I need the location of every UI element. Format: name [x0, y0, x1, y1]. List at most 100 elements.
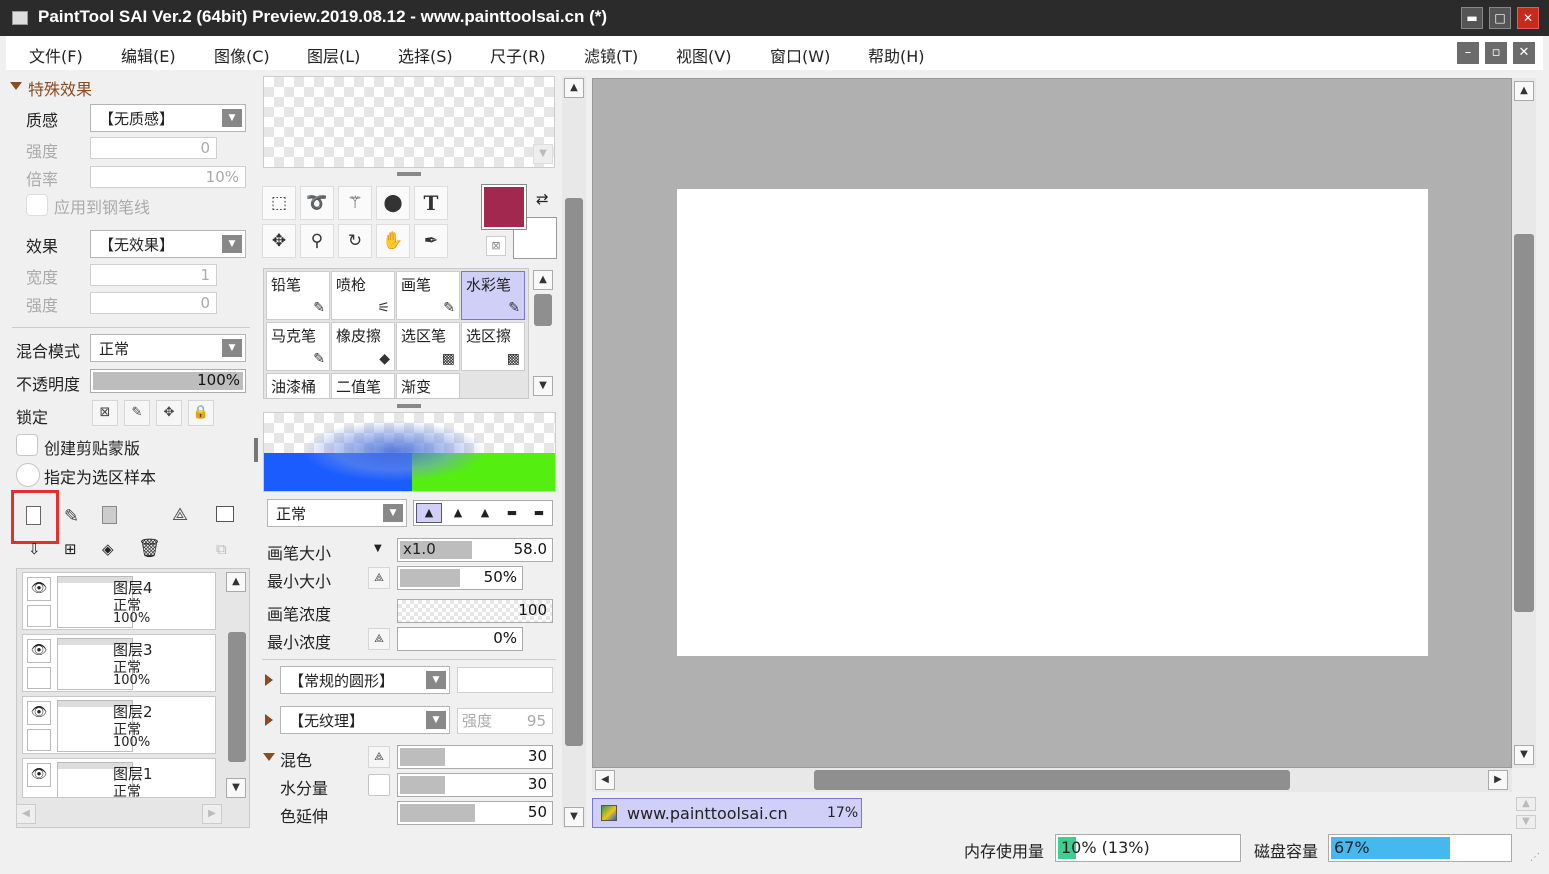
brush-gradient[interactable]: 渐变	[396, 373, 460, 398]
scroll-down-button[interactable]: ▼	[1514, 745, 1534, 765]
scale-field[interactable]: 10%	[90, 166, 246, 188]
tab-scroll-up[interactable]: ▲	[1516, 797, 1536, 811]
brush-watercolor[interactable]: 水彩笔 ✎	[461, 271, 525, 320]
scroll-right-button[interactable]: ▶	[1488, 770, 1508, 790]
layer-mask-icon[interactable]	[216, 506, 234, 522]
eye-icon[interactable]: 👁	[27, 577, 51, 601]
layer-list-scroll-thumb[interactable]	[228, 632, 246, 762]
clip-mask-checkbox[interactable]	[16, 434, 38, 456]
layer-option-box[interactable]	[27, 729, 51, 751]
minimize-button[interactable]: ▬	[1461, 7, 1483, 29]
texture-strength-field[interactable]: 强度 95	[457, 708, 553, 734]
mix-slider[interactable]: 30	[397, 745, 553, 769]
shape-flat-icon[interactable]: ▬	[500, 503, 524, 523]
mdi-close-button[interactable]: ✕	[1513, 42, 1535, 64]
effect-select[interactable]: 【无效果】 ▼	[90, 230, 246, 258]
brush-texture-select[interactable]: 【无纹理】 ▼	[280, 706, 450, 734]
brush-selection-pen[interactable]: 选区笔 ▩	[396, 322, 460, 371]
canvas-viewport[interactable]	[592, 78, 1512, 768]
layer-item[interactable]: 👁 图层1 正常	[22, 758, 216, 798]
water-checkbox[interactable]	[368, 774, 390, 796]
lock-all-icon[interactable]: 🔒	[188, 400, 214, 426]
clear-layer-icon[interactable]: ◈	[102, 540, 114, 558]
blend-mode-select[interactable]: 正常 ▼	[90, 334, 246, 362]
brush-scroll-down[interactable]: ▼	[533, 376, 553, 396]
mdi-restore-button[interactable]: ▫	[1485, 42, 1507, 64]
lock-paint-icon[interactable]: ✎	[124, 400, 150, 426]
brush-airbrush[interactable]: 喷枪 ⚟	[331, 271, 395, 320]
brush-shape-select[interactable]: 【常规的圆形】 ▼	[280, 666, 450, 694]
layer-option-box[interactable]	[27, 667, 51, 689]
text-tool-icon[interactable]: T	[414, 186, 448, 220]
primary-color-swatch[interactable]	[481, 184, 527, 230]
splitter-handle[interactable]	[397, 172, 421, 176]
brush-eraser[interactable]: 橡皮擦 ◆	[331, 322, 395, 371]
pressure-toggle-icon[interactable]: ⟁	[368, 628, 390, 650]
brush-marker[interactable]: 马克笔 ✎	[266, 322, 330, 371]
panel-splitter[interactable]	[254, 438, 258, 462]
layer-item[interactable]: 👁 图层3 正常 100%	[22, 634, 216, 692]
shape-sharp-icon[interactable]: ▲	[416, 503, 442, 523]
navigator-scroll-down[interactable]: ▼	[533, 144, 553, 164]
tool-panel-scroll-thumb[interactable]	[565, 198, 583, 746]
brush-brush[interactable]: 画笔 ✎	[396, 271, 460, 320]
trash-icon[interactable]: 🗑	[138, 538, 161, 559]
min-size-slider[interactable]: 50%	[397, 566, 523, 590]
swap-colors-icon[interactable]: ⇄	[536, 190, 549, 208]
merge-down-icon[interactable]: ⊞	[64, 540, 77, 558]
new-mask-icon[interactable]	[102, 506, 117, 524]
collapse-triangle-icon[interactable]	[263, 753, 275, 761]
document-tab[interactable]: www.painttoolsai.cn 17%	[592, 798, 862, 828]
lasso-icon[interactable]: ➰	[300, 186, 334, 220]
zoom-icon[interactable]: ⚲	[300, 224, 334, 258]
brush-selection-eraser[interactable]: 选区擦 ▩	[461, 322, 525, 371]
menu-file[interactable]: 文件(F)	[29, 43, 83, 67]
brush-scroll-thumb[interactable]	[534, 294, 552, 326]
lock-transparency-icon[interactable]: ⊠	[92, 400, 118, 426]
shape-round-icon[interactable]: ▲	[473, 503, 497, 523]
new-layer-icon[interactable]	[26, 506, 41, 525]
menu-window[interactable]: 窗口(W)	[770, 43, 830, 67]
mdi-minimize-button[interactable]: –	[1457, 42, 1479, 64]
resize-grip-icon[interactable]: ⋰	[1530, 852, 1540, 863]
menu-layer[interactable]: 图层(L)	[307, 43, 360, 67]
expand-triangle-icon[interactable]	[265, 674, 273, 686]
width-field[interactable]: 1	[90, 264, 217, 286]
close-button[interactable]: ✕	[1517, 7, 1539, 29]
water-slider[interactable]: 30	[397, 773, 553, 797]
magic-wand-icon[interactable]: ⚚	[338, 186, 372, 220]
menu-view[interactable]: 视图(V)	[676, 43, 731, 67]
texture-select[interactable]: 【无质感】 ▼	[90, 104, 246, 132]
min-density-slider[interactable]: 0%	[397, 627, 523, 651]
vector-layer-icon[interactable]: ⟁	[172, 504, 188, 525]
brush-pencil[interactable]: 铅笔 ✎	[266, 271, 330, 320]
brush-density-slider[interactable]: 100	[397, 599, 553, 623]
scroll-down-button[interactable]: ▼	[564, 807, 584, 827]
scroll-up-button[interactable]: ▲	[226, 572, 246, 592]
brush-size-slider[interactable]: x1.0 58.0	[397, 538, 553, 562]
shape-square-icon[interactable]: ▬	[527, 503, 551, 523]
menu-filter[interactable]: 滤镜(T)	[584, 43, 638, 67]
layer-item[interactable]: 👁 图层2 正常 100%	[22, 696, 216, 754]
splitter-handle[interactable]	[397, 404, 421, 408]
brush-scroll-up[interactable]: ▲	[533, 270, 553, 290]
strength2-field[interactable]: 0	[90, 292, 217, 314]
shape-icon[interactable]: ⬤	[376, 186, 410, 220]
rect-select-icon[interactable]: ⬚	[262, 186, 296, 220]
opacity-slider[interactable]: 100%	[90, 369, 246, 393]
move-icon[interactable]: ✥	[262, 224, 296, 258]
scroll-right-button[interactable]: ▶	[202, 804, 222, 824]
transfer-down-icon[interactable]: ⇩	[28, 540, 41, 558]
size-dropdown-icon[interactable]: ▼	[374, 543, 382, 554]
shape-soft-icon[interactable]: ▲	[446, 503, 470, 523]
brush-bucket[interactable]: 油漆桶	[266, 373, 330, 398]
transparent-color-icon[interactable]: ⊠	[486, 236, 506, 256]
rotate-icon[interactable]: ↻	[338, 224, 372, 258]
scroll-left-button[interactable]: ◀	[16, 804, 36, 824]
scroll-left-button[interactable]: ◀	[595, 770, 615, 790]
eye-icon[interactable]: 👁	[27, 763, 51, 787]
tab-scroll-down[interactable]: ▼	[1516, 815, 1536, 829]
layer-item[interactable]: 👁 图层4 正常 100%	[22, 572, 216, 630]
brush-binary[interactable]: 二值笔	[331, 373, 395, 398]
pressure-toggle-icon[interactable]: ⟁	[368, 567, 390, 589]
